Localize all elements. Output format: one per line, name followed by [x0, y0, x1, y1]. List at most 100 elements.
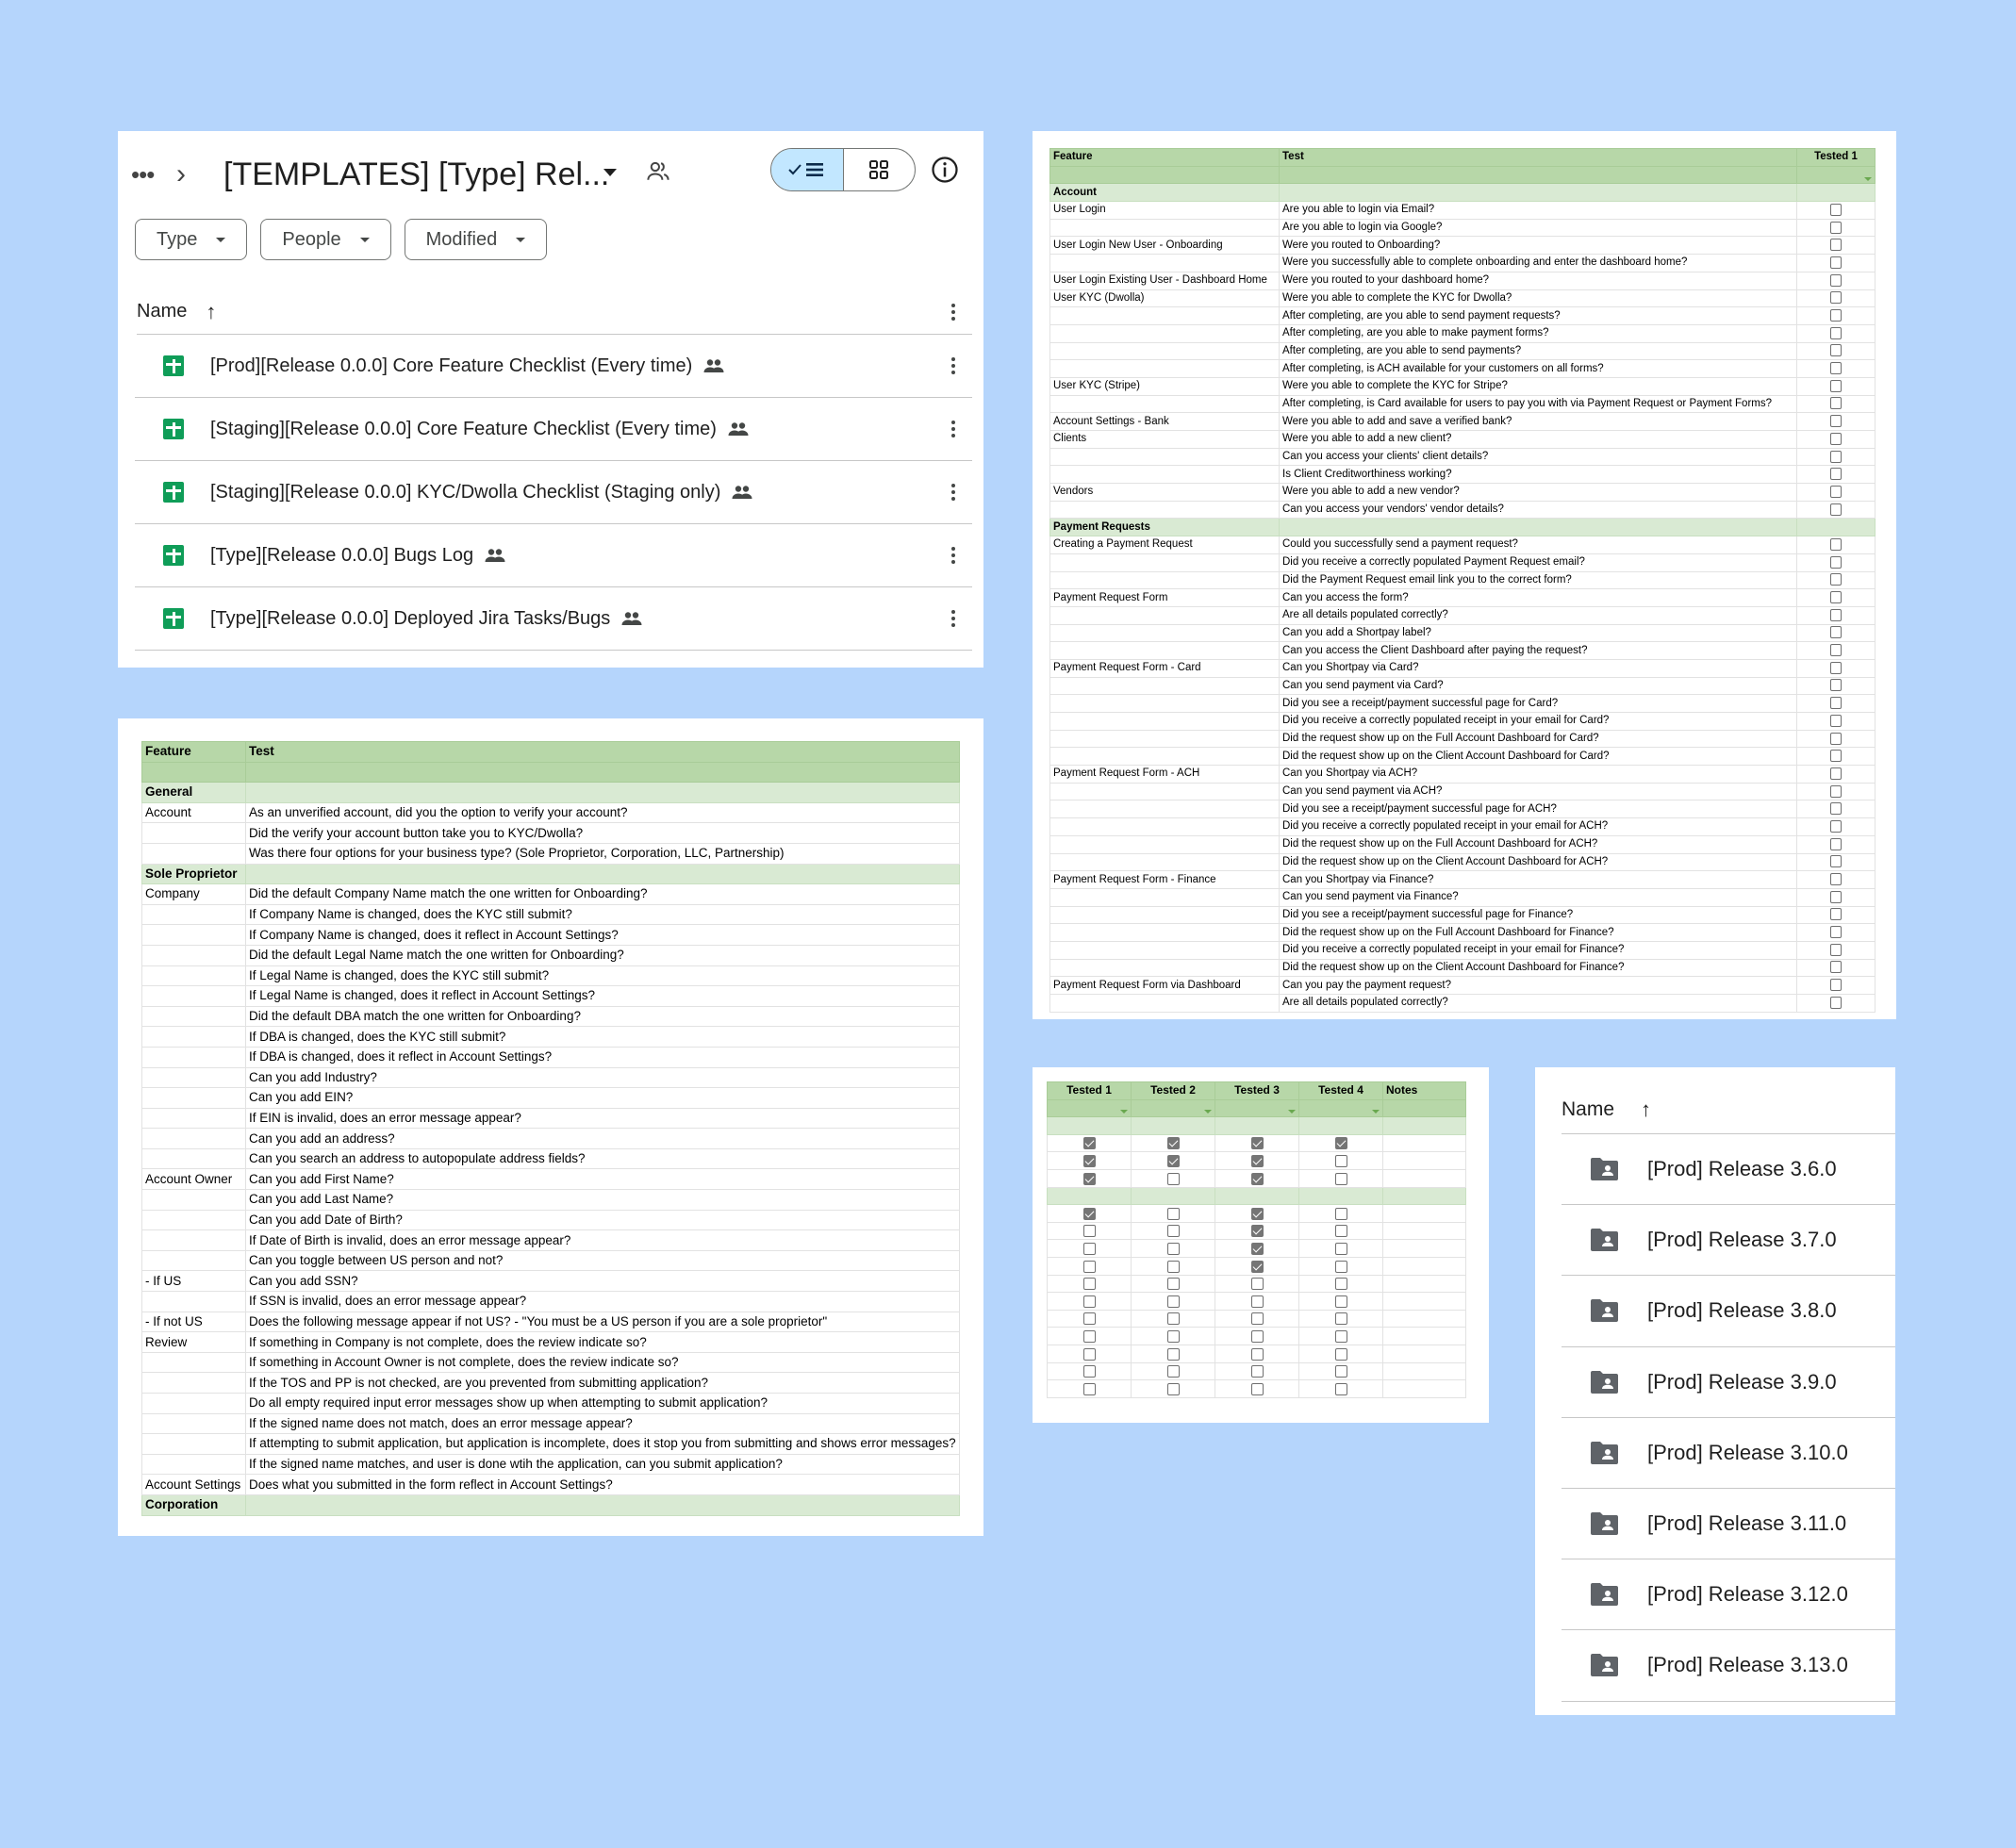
feature-cell[interactable] — [141, 1147, 246, 1170]
unchecked-checkbox[interactable] — [1082, 1225, 1096, 1238]
notes-cell[interactable] — [1382, 1292, 1466, 1311]
unchecked-checkbox[interactable] — [1082, 1278, 1096, 1291]
test-cell[interactable]: If SSN is invalid, does an error message… — [245, 1291, 960, 1312]
tested-checkbox[interactable] — [1830, 890, 1842, 903]
unchecked-checkbox[interactable] — [1334, 1172, 1347, 1185]
feature-cell[interactable] — [1049, 465, 1280, 485]
notes-cell[interactable] — [1382, 1327, 1466, 1345]
checked-checkbox[interactable] — [1082, 1172, 1096, 1185]
folder-name[interactable]: [Prod] Release 3.11.0 — [1647, 1511, 1846, 1536]
test-cell[interactable]: After completing, are you able to send p… — [1279, 341, 1797, 361]
checked-checkbox[interactable] — [1166, 1155, 1180, 1167]
feature-cell[interactable] — [1049, 712, 1280, 731]
unchecked-checkbox[interactable] — [1166, 1260, 1180, 1273]
notes-cell[interactable] — [1382, 1151, 1466, 1170]
unchecked-checkbox[interactable] — [1166, 1295, 1180, 1308]
tested-checkbox[interactable] — [1830, 379, 1842, 392]
feature-cell[interactable] — [1049, 641, 1280, 660]
column-header-tested-1[interactable]: Tested 1 — [1796, 148, 1876, 167]
folder-row[interactable]: [Prod] Release 3.10.0 — [1562, 1418, 1895, 1489]
feature-cell[interactable] — [141, 1066, 246, 1089]
tested-checkbox[interactable] — [1830, 537, 1842, 551]
feature-cell[interactable] — [141, 1229, 246, 1251]
test-cell[interactable]: Can you add First Name? — [245, 1168, 960, 1191]
feature-cell[interactable] — [1049, 394, 1280, 414]
tested-checkbox[interactable] — [1830, 644, 1842, 657]
section-label[interactable]: Corporation — [141, 1493, 246, 1516]
feature-cell[interactable] — [1049, 605, 1280, 625]
notes-cell[interactable] — [1382, 1221, 1466, 1241]
tested-checkbox[interactable] — [1830, 256, 1842, 269]
unchecked-checkbox[interactable] — [1082, 1382, 1096, 1395]
cell[interactable] — [1131, 1116, 1215, 1135]
test-cell[interactable]: Can you access your clients' client deta… — [1279, 447, 1797, 467]
test-cell[interactable]: Are you able to login via Google? — [1279, 218, 1797, 238]
filter-dropdown-icon[interactable] — [1864, 176, 1872, 181]
sort-ascending-icon[interactable]: ↑ — [206, 300, 216, 324]
feature-cell[interactable] — [141, 1351, 246, 1374]
test-cell[interactable]: After completing, are you able to send p… — [1279, 306, 1797, 325]
cell[interactable] — [1279, 183, 1797, 203]
feature-cell[interactable] — [1049, 553, 1280, 572]
unchecked-checkbox[interactable] — [1334, 1242, 1347, 1255]
column-header-tested-4[interactable]: Tested 4 — [1298, 1081, 1383, 1100]
tested-checkbox[interactable] — [1830, 714, 1842, 727]
file-name[interactable]: [Type][Release 0.0.0] Bugs Log — [210, 545, 473, 567]
feature-cell[interactable]: - If not US — [141, 1311, 246, 1333]
tested-checkbox[interactable] — [1830, 926, 1842, 939]
feature-cell[interactable] — [1049, 834, 1280, 854]
tested-checkbox[interactable] — [1830, 432, 1842, 445]
test-cell[interactable]: Can you send payment via ACH? — [1279, 782, 1797, 801]
section-label[interactable]: Account — [1049, 183, 1280, 203]
checked-checkbox[interactable] — [1250, 1207, 1264, 1220]
test-cell[interactable]: Can you add Date of Birth? — [245, 1209, 960, 1231]
test-cell[interactable]: Can you add Last Name? — [245, 1189, 960, 1211]
feature-cell[interactable] — [1049, 500, 1280, 520]
test-cell[interactable]: If DBA is changed, does the KYC still su… — [245, 1026, 960, 1048]
feature-cell[interactable] — [141, 944, 246, 966]
unchecked-checkbox[interactable] — [1250, 1382, 1264, 1395]
feature-cell[interactable] — [1049, 623, 1280, 643]
filter-cell[interactable] — [1131, 1098, 1215, 1118]
feature-cell[interactable] — [141, 1412, 246, 1435]
unchecked-checkbox[interactable] — [1334, 1155, 1347, 1167]
cell[interactable] — [1047, 1116, 1132, 1135]
unchecked-checkbox[interactable] — [1334, 1207, 1347, 1220]
cell[interactable] — [1796, 518, 1876, 537]
folder-name[interactable]: [Prod] Release 3.12.0 — [1647, 1582, 1848, 1607]
feature-cell[interactable] — [1049, 218, 1280, 238]
feature-cell[interactable]: Company — [141, 883, 246, 905]
sort-ascending-icon[interactable]: ↑ — [1641, 1097, 1651, 1122]
filter-type-chip[interactable]: Type — [135, 219, 248, 260]
test-cell[interactable]: Did you receive a correctly populated re… — [1279, 817, 1797, 836]
unchecked-checkbox[interactable] — [1250, 1312, 1264, 1326]
feature-cell[interactable] — [1049, 852, 1280, 872]
feature-cell[interactable] — [1049, 994, 1280, 1013]
tested-checkbox[interactable] — [1830, 485, 1842, 498]
unchecked-checkbox[interactable] — [1250, 1278, 1264, 1291]
tested-checkbox[interactable] — [1830, 784, 1842, 798]
feature-cell[interactable] — [1049, 359, 1280, 378]
tested-checkbox[interactable] — [1830, 555, 1842, 569]
file-row[interactable]: [Staging][Release 0.0.0] Core Feature Ch… — [135, 398, 972, 461]
cell[interactable] — [245, 863, 960, 885]
test-cell[interactable]: Can you add an address? — [245, 1128, 960, 1149]
test-cell[interactable]: Did the default Company Name match the o… — [245, 883, 960, 905]
feature-cell[interactable] — [141, 1393, 246, 1414]
test-cell[interactable]: Were you able to add a new vendor? — [1279, 483, 1797, 502]
feature-cell[interactable] — [141, 1209, 246, 1231]
test-cell[interactable]: Did you receive a correctly populated re… — [1279, 712, 1797, 731]
feature-cell[interactable]: - If US — [141, 1270, 246, 1293]
filter-cell[interactable] — [1279, 165, 1797, 185]
test-cell[interactable]: Did the Payment Request email link you t… — [1279, 570, 1797, 590]
feature-cell[interactable]: User Login Existing User - Dashboard Hom… — [1049, 271, 1280, 290]
tested-checkbox[interactable] — [1830, 415, 1842, 428]
tested-checkbox[interactable] — [1830, 819, 1842, 833]
feature-cell[interactable] — [1049, 800, 1280, 819]
tested-checkbox[interactable] — [1830, 326, 1842, 339]
filter-dropdown-icon[interactable] — [1372, 1110, 1380, 1114]
feature-cell[interactable] — [1049, 254, 1280, 272]
file-name[interactable]: [Type][Release 0.0.0] Deployed Jira Task… — [210, 608, 610, 630]
test-cell[interactable]: Can you Shortpay via Card? — [1279, 658, 1797, 678]
cell[interactable] — [1298, 1116, 1383, 1135]
